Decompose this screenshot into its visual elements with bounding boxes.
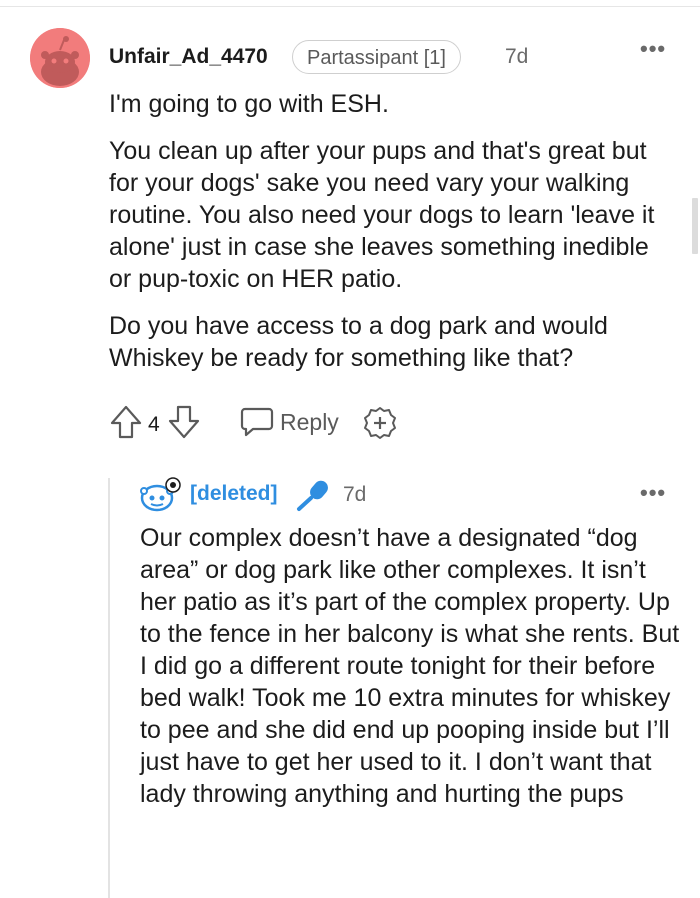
- deleted-snoo-icon: [140, 477, 181, 512]
- microphone-icon: [295, 478, 331, 517]
- comment-paragraph: You clean up after your pups and that's …: [109, 137, 655, 293]
- comment-author[interactable]: Unfair_Ad_4470: [109, 45, 268, 69]
- user-avatar[interactable]: [30, 28, 90, 88]
- reply-body: Our complex doesn’t have a designated “d…: [140, 522, 680, 810]
- comment-paragraph: I'm going to go with ESH.: [109, 90, 389, 118]
- top-divider: [0, 6, 700, 7]
- reply-icon[interactable]: [239, 406, 275, 443]
- reply-button[interactable]: Reply: [280, 409, 339, 436]
- award-icon[interactable]: [363, 406, 397, 445]
- snoo-icon: [30, 28, 90, 88]
- upvote-icon[interactable]: [109, 404, 143, 445]
- user-flair: Partassipant [1]: [292, 40, 461, 74]
- reply-author[interactable]: [deleted]: [190, 482, 278, 506]
- overflow-menu-icon[interactable]: •••: [640, 480, 666, 506]
- downvote-icon[interactable]: [167, 404, 201, 445]
- comment-age: 7d: [505, 45, 529, 68]
- vote-count: 4: [148, 413, 160, 436]
- overflow-menu-icon[interactable]: •••: [640, 36, 666, 62]
- reply-text: Our complex doesn’t have a designated “d…: [140, 524, 680, 808]
- comment-body: I'm going to go with ESH. You clean up a…: [109, 88, 669, 389]
- scrollbar-thumb[interactable]: [692, 198, 698, 254]
- deleted-user-avatar: [139, 477, 183, 513]
- comment-paragraph: Do you have access to a dog park and wou…: [109, 312, 608, 372]
- thread-line[interactable]: [108, 478, 110, 898]
- reply-age: 7d: [343, 483, 367, 506]
